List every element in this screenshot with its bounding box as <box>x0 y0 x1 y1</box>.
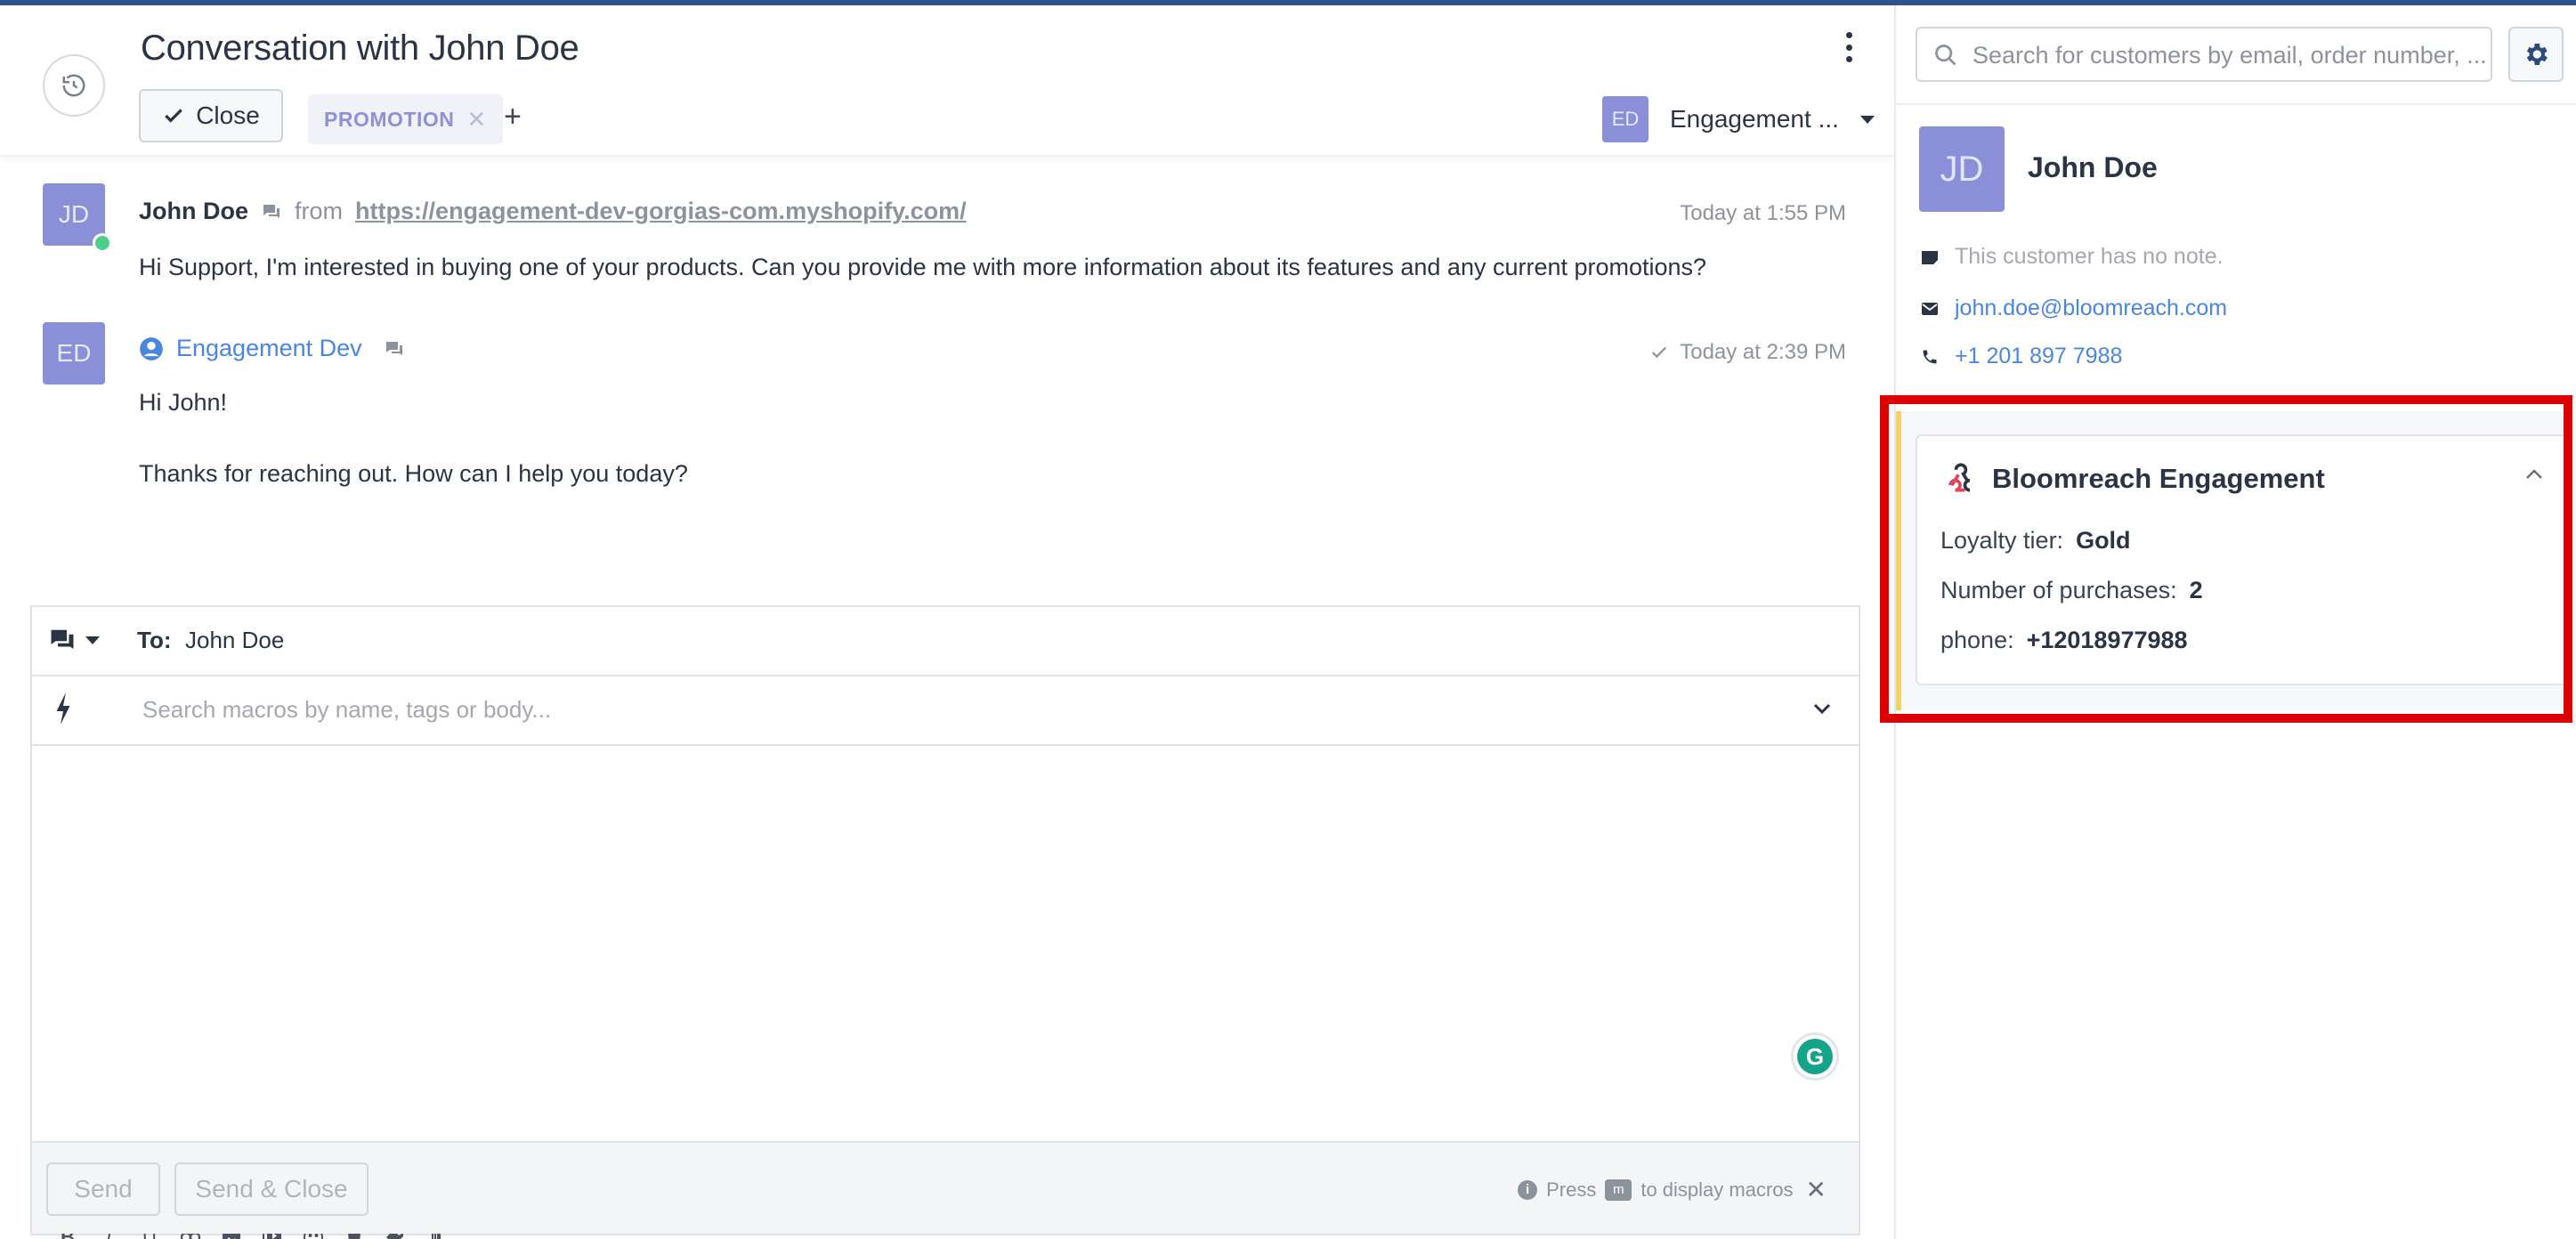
email-icon <box>1922 302 1938 315</box>
info-icon: i <box>1518 1179 1538 1200</box>
channel-selector[interactable] <box>48 627 100 653</box>
keyboard-key: m <box>1605 1178 1632 1201</box>
message-time-text: Today at 2:39 PM <box>1680 340 1846 364</box>
chat-channel-icon <box>51 629 74 649</box>
chevron-down-icon[interactable] <box>1812 701 1832 716</box>
note-icon <box>1922 250 1938 264</box>
message-body-line: Thanks for reaching out. How can I help … <box>139 460 688 487</box>
gear-icon <box>2526 44 2548 65</box>
divider <box>1896 103 2576 105</box>
message-sender: Engagement Dev <box>176 335 362 361</box>
customer-email[interactable]: john.doe@bloomreach.com <box>1921 296 2227 321</box>
customer-note[interactable]: This customer has no note. <box>1921 244 2224 270</box>
message-meta: John Doe from https://engagement-dev-gor… <box>139 198 967 225</box>
avatar: ED <box>43 322 105 385</box>
message-time: Today at 2:39 PM <box>1649 340 1846 365</box>
delivered-check-icon <box>1652 346 1667 359</box>
message-body-line: Hi John! <box>139 389 228 416</box>
hint-press-text: Press <box>1546 1178 1597 1201</box>
message-meta: Engagement Dev <box>139 335 405 362</box>
message-body: Hi Support, I'm interested in buying one… <box>139 254 1707 280</box>
assignee-dropdown[interactable]: ED Engagement ... <box>1602 96 1875 142</box>
from-label: from <box>295 198 344 224</box>
grammarly-icon: G <box>1797 1039 1833 1074</box>
caret-down-icon <box>1859 115 1875 124</box>
chat-channel-icon <box>263 204 280 218</box>
customer-phone[interactable]: +1 201 897 7988 <box>1921 344 2122 369</box>
recipient-row: To: John Doe <box>32 607 1859 676</box>
hint-rest-text: to display macros <box>1640 1178 1794 1201</box>
search-icon <box>1935 45 1956 66</box>
assignee-avatar: ED <box>1602 96 1648 142</box>
grammarly-button[interactable]: G <box>1791 1032 1839 1081</box>
message-sender: John Doe <box>139 198 249 224</box>
settings-button[interactable] <box>2508 27 2564 82</box>
send-button[interactable]: Send <box>46 1162 160 1216</box>
lightning-icon <box>56 692 70 725</box>
recipient-name[interactable]: John Doe <box>185 627 284 654</box>
send-and-close-button[interactable]: Send & Close <box>174 1162 369 1216</box>
customer-search <box>1916 27 2492 82</box>
message-time: Today at 1:55 PM <box>1680 201 1846 226</box>
customer-phone-text: +1 201 897 7988 <box>1955 344 2123 368</box>
close-button[interactable]: Close <box>139 89 283 142</box>
close-hint-icon[interactable]: ✕ <box>1806 1175 1827 1204</box>
macro-hint: i Press m to display macros ✕ <box>1518 1175 1827 1204</box>
customer-note-text: This customer has no note. <box>1955 244 2224 269</box>
online-status-dot <box>93 233 112 253</box>
close-button-label: Close <box>196 101 260 129</box>
message-editor[interactable]: G B I U <box>32 748 1859 1239</box>
customer-search-input[interactable] <box>1973 36 2485 75</box>
conversation-panel: Conversation with John Doe Close PROMOTI… <box>0 5 1894 1239</box>
customer-email-text: john.doe@bloomreach.com <box>1955 296 2228 320</box>
history-icon <box>62 74 85 97</box>
more-options-icon[interactable] <box>1843 32 1855 62</box>
assignee-name: Engagement ... <box>1670 105 1839 133</box>
conversation-header: Conversation with John Doe Close PROMOTI… <box>0 5 1894 157</box>
message-time-text: Today at 1:55 PM <box>1680 201 1846 225</box>
source-url-link[interactable]: https://engagement-dev-gorgias-com.mysho… <box>355 198 967 225</box>
customer-avatar: JD <box>1919 126 2005 212</box>
phone-icon <box>1923 350 1937 363</box>
tag-label: PROMOTION <box>324 107 455 131</box>
to-label: To: <box>137 627 172 653</box>
history-button[interactable] <box>43 54 105 117</box>
tag-promotion[interactable]: PROMOTION ✕ <box>308 94 503 144</box>
customer-name[interactable]: John Doe <box>2028 151 2158 184</box>
page-title: Conversation with John Doe <box>141 28 579 68</box>
agent-user-icon <box>140 336 163 360</box>
caret-down-icon <box>85 636 100 644</box>
macro-search-row <box>32 676 1859 746</box>
remove-tag-icon[interactable]: ✕ <box>466 106 486 134</box>
add-tag-button[interactable]: + <box>504 100 522 134</box>
check-icon <box>165 109 183 123</box>
composer-footer: Send Send & Close i Press m to display m… <box>32 1141 1859 1234</box>
chat-channel-icon <box>385 341 402 355</box>
macro-search-input[interactable] <box>142 689 1745 730</box>
highlight-annotation-box <box>1880 395 2572 723</box>
reply-composer: To: John Doe G B I U <box>30 605 1860 1239</box>
